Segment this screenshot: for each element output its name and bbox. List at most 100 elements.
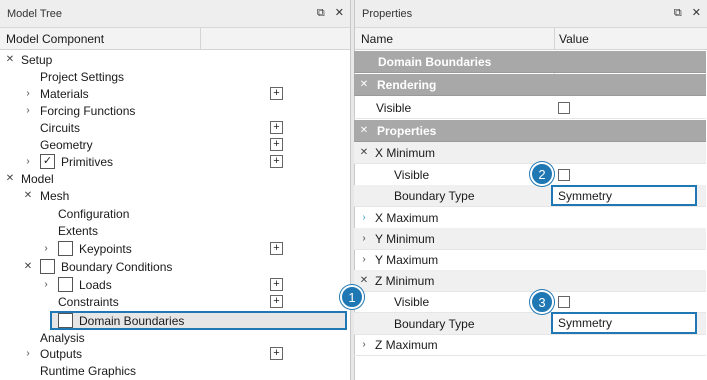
group-x-minimum[interactable]: ✕ X Minimum — [354, 142, 706, 164]
pin-icon[interactable]: ⧉ — [674, 6, 682, 20]
tree-item-circuits[interactable]: Circuits — [0, 119, 350, 136]
tree-item-materials[interactable]: › Materials — [0, 85, 350, 102]
loads-checkbox[interactable] — [58, 277, 73, 292]
visible-checkbox[interactable] — [558, 101, 570, 114]
tree-item-label: Constraints — [58, 294, 119, 309]
tree-item-domain-boundaries[interactable]: Domain Boundaries — [0, 312, 350, 329]
domain-boundaries-checkbox[interactable] — [58, 313, 73, 328]
boundary-conditions-checkbox[interactable] — [40, 259, 55, 274]
tree-item-setup[interactable]: ✕ Setup — [0, 51, 350, 68]
add-keypoint-button[interactable]: + — [270, 242, 283, 255]
chevron-right-icon[interactable]: › — [21, 88, 35, 99]
tree-item-primitives[interactable]: › ✓ Primitives — [0, 153, 350, 170]
tree-item-label: Analysis — [40, 330, 85, 345]
model-tree-column-header: Model Component — [0, 28, 350, 50]
chevron-right-icon[interactable]: › — [357, 339, 371, 350]
tree-item-label: Keypoints — [79, 241, 132, 256]
tree-item-label: Geometry — [40, 137, 93, 152]
prop-label: Boundary Type — [394, 316, 475, 331]
chevron-right-icon[interactable]: › — [357, 233, 371, 244]
add-constraint-button[interactable]: + — [270, 295, 283, 308]
prop-label: Visible — [394, 167, 430, 182]
keypoints-checkbox[interactable] — [58, 241, 73, 256]
tree-item-project-settings[interactable]: Project Settings — [0, 68, 350, 85]
tree-item-runtime-graphics[interactable]: Runtime Graphics — [0, 362, 350, 379]
tree-item-label: Project Settings — [40, 69, 125, 84]
chevron-right-icon[interactable]: › — [39, 243, 53, 254]
tree-item-loads[interactable]: › Loads — [0, 276, 350, 293]
close-icon[interactable]: ✕ — [692, 6, 701, 20]
chevron-down-icon[interactable]: ✕ — [357, 275, 371, 286]
group-y-minimum[interactable]: › Y Minimum — [354, 228, 706, 250]
tree-item-label: Mesh — [40, 188, 70, 203]
category-properties[interactable]: ✕ Properties — [354, 120, 706, 142]
tree-item-outputs[interactable]: › Outputs — [0, 345, 350, 362]
properties-header-label: Domain Boundaries — [378, 54, 492, 69]
add-geometry-button[interactable]: + — [270, 138, 283, 151]
tree-item-label: Forcing Functions — [40, 103, 136, 118]
name-column[interactable]: Name — [355, 28, 555, 49]
tree-item-keypoints[interactable]: › Keypoints — [0, 240, 350, 257]
properties-column-header: Name Value — [355, 28, 707, 50]
chevron-down-icon[interactable]: ✕ — [3, 54, 17, 65]
tree-item-configuration[interactable]: Configuration — [0, 205, 350, 222]
chevron-right-icon[interactable]: › — [357, 212, 371, 223]
callout-badge-2: 2 — [530, 162, 554, 186]
tree-item-boundary-conditions[interactable]: ✕ Boundary Conditions — [0, 258, 350, 275]
chevron-right-icon[interactable]: › — [357, 254, 371, 265]
tree-item-analysis[interactable]: Analysis — [0, 329, 350, 346]
tree-item-label: Boundary Conditions — [61, 259, 173, 274]
prop-label: Visible — [394, 294, 430, 309]
group-y-maximum[interactable]: › Y Maximum — [354, 249, 706, 271]
x-min-boundary-type-field[interactable]: Symmetry — [551, 185, 697, 206]
chevron-down-icon[interactable]: ✕ — [357, 79, 371, 90]
properties-titlebar: Properties ⧉ ✕ — [355, 0, 707, 28]
add-circuit-button[interactable]: + — [270, 121, 283, 134]
model-tree-title: Model Tree — [7, 7, 63, 20]
add-output-button[interactable]: + — [270, 347, 283, 360]
group-z-minimum[interactable]: ✕ Z Minimum — [354, 270, 706, 292]
model-tree-titlebar: Model Tree ⧉ ✕ — [0, 0, 350, 28]
callout-badge-1: 1 — [340, 285, 364, 309]
add-material-button[interactable]: + — [270, 87, 283, 100]
chevron-down-icon[interactable]: ✕ — [357, 125, 371, 136]
group-label: Z Minimum — [375, 273, 435, 288]
chevron-down-icon[interactable]: ✕ — [357, 147, 371, 158]
group-z-maximum[interactable]: › Z Maximum — [354, 334, 706, 356]
chevron-down-icon[interactable]: ✕ — [21, 261, 35, 272]
tree-item-label: Loads — [79, 277, 112, 292]
z-min-boundary-type-field[interactable]: Symmetry — [551, 312, 697, 334]
category-rendering[interactable]: ✕ Rendering — [354, 74, 706, 96]
tree-item-mesh[interactable]: ✕ Mesh — [0, 187, 350, 204]
category-label: Properties — [377, 123, 437, 138]
group-x-maximum[interactable]: › X Maximum — [354, 207, 706, 229]
value-column[interactable]: Value — [555, 28, 705, 49]
group-label: Y Maximum — [375, 252, 439, 267]
z-min-visible-checkbox[interactable] — [558, 295, 570, 308]
x-min-visible-checkbox[interactable] — [558, 168, 570, 181]
chevron-right-icon[interactable]: › — [39, 279, 53, 290]
tree-item-label: Configuration — [58, 206, 130, 221]
tree-item-model[interactable]: ✕ Model — [0, 170, 350, 187]
chevron-down-icon[interactable]: ✕ — [21, 190, 35, 201]
close-icon[interactable]: ✕ — [335, 6, 344, 20]
tree-item-label: Circuits — [40, 120, 81, 135]
chevron-down-icon[interactable]: ✕ — [3, 173, 17, 184]
group-label: X Maximum — [375, 210, 439, 225]
add-load-button[interactable]: + — [270, 278, 283, 291]
chevron-right-icon[interactable]: › — [21, 156, 35, 167]
tree-item-label: Outputs — [40, 346, 83, 361]
model-component-column[interactable]: Model Component — [0, 28, 201, 49]
tree-item-geometry[interactable]: Geometry — [0, 136, 350, 153]
tree-item-extents[interactable]: Extents — [0, 222, 350, 239]
tree-item-constraints[interactable]: Constraints — [0, 293, 350, 310]
model-tree-column-extra — [201, 28, 350, 49]
tree-item-forcing-functions[interactable]: › Forcing Functions — [0, 102, 350, 119]
group-label: Y Minimum — [375, 231, 435, 246]
pin-icon[interactable]: ⧉ — [317, 6, 325, 20]
group-label: X Minimum — [375, 145, 436, 160]
primitives-checkbox[interactable]: ✓ — [40, 154, 55, 169]
chevron-right-icon[interactable]: › — [21, 348, 35, 359]
chevron-right-icon[interactable]: › — [21, 105, 35, 116]
add-primitive-button[interactable]: + — [270, 155, 283, 168]
